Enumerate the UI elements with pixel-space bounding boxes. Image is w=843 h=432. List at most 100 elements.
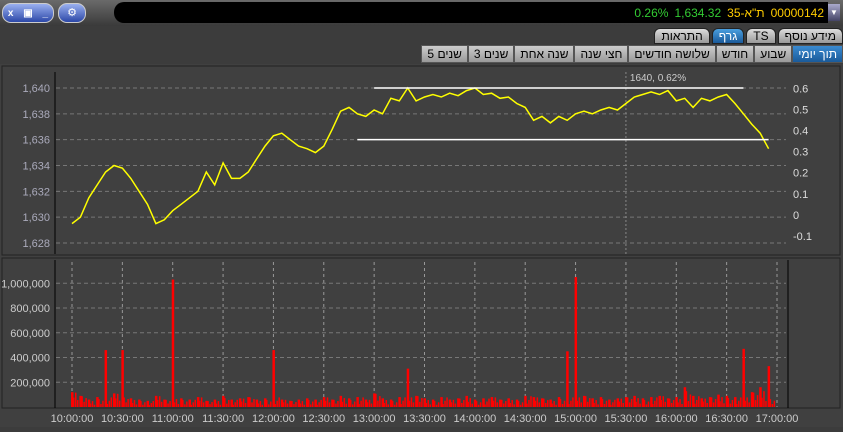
volume-bar: [553, 401, 555, 407]
volume-bar: [360, 400, 362, 407]
volume-bar: [257, 403, 260, 407]
x-tick-label: 16:30:00: [705, 413, 748, 425]
volume-bar: [417, 396, 419, 407]
volume-bar: [106, 404, 109, 407]
volume-bar: [232, 404, 234, 407]
volume-bar: [721, 397, 723, 407]
volume-bar: [278, 397, 280, 407]
volume-bar: [108, 400, 111, 407]
volume-bar: [226, 403, 228, 407]
volume-bar: [563, 400, 566, 407]
volume-bar: [580, 402, 583, 407]
volume-bar: [236, 399, 238, 407]
y-tick-label: 200,000: [10, 377, 50, 389]
volume-bar: [310, 404, 312, 407]
volume-bar: [244, 402, 247, 407]
close-button[interactable]: x: [8, 8, 14, 19]
volume-bar: [561, 404, 564, 407]
tab-alerts[interactable]: התראות: [654, 28, 710, 44]
restore-button[interactable]: ▣: [23, 8, 32, 19]
volume-bar: [773, 400, 776, 407]
volume-bar: [738, 400, 740, 407]
volume-bar: [645, 404, 648, 407]
volume-bar: [660, 399, 662, 407]
volume-bar: [752, 392, 755, 407]
volume-bar: [375, 393, 377, 407]
volume-bar: [536, 397, 539, 407]
y-tick-label: 1,632: [22, 186, 50, 198]
period-month[interactable]: חודש: [715, 45, 755, 63]
volume-bar: [475, 401, 478, 407]
volume-bar: [509, 402, 511, 407]
volume-bar: [635, 401, 637, 407]
volume-bar: [664, 401, 666, 407]
chart-panel: 1,628 1,630 1,632 1,634 1,636 1,638 1,640 -0.1 0…: [0, 64, 843, 427]
x-tick-label: 12:00:00: [252, 413, 295, 425]
volume-bar: [612, 402, 614, 407]
volume-bar: [156, 399, 159, 407]
volume-bar: [207, 401, 209, 407]
volume-bar: [626, 397, 629, 407]
chart[interactable]: 1,628 1,630 1,632 1,634 1,636 1,638 1,640 -0.1 0…: [0, 64, 843, 427]
volume-bar: [320, 399, 322, 407]
price-line: [71, 86, 770, 225]
volume-bar: [353, 401, 356, 407]
volume-bar: [410, 397, 413, 407]
volume-bar: [656, 397, 658, 407]
volume-bar: [312, 401, 314, 407]
volume-bar: [301, 401, 304, 407]
volume-bar: [754, 400, 757, 407]
last-price: 1,634.32: [674, 5, 722, 20]
volume-bar: [116, 393, 119, 407]
tab-graph[interactable]: גרף: [711, 28, 745, 44]
volume-bar: [282, 402, 285, 407]
volume-bar: [652, 404, 654, 407]
volume-bar: [110, 397, 113, 407]
chevron-down-icon[interactable]: ▼: [828, 4, 840, 21]
volume-bar: [622, 402, 625, 407]
volume-bar: [435, 404, 438, 407]
volume-bar: [391, 401, 394, 407]
settings-icon[interactable]: ⚙: [58, 3, 86, 23]
y-tick-label: 1,636: [22, 135, 50, 147]
period-week[interactable]: שבוע: [754, 45, 793, 63]
volume-bar: [299, 403, 302, 407]
period-3-years[interactable]: 3 שנים: [467, 45, 515, 63]
volume-bar: [182, 400, 184, 407]
period-intraday[interactable]: תוך יומי: [792, 45, 843, 63]
period-3-months[interactable]: שלושה חודשים: [628, 45, 716, 63]
minimize-button[interactable]: _: [43, 8, 49, 19]
volume-bar: [521, 402, 524, 407]
volume-bar: [385, 400, 388, 407]
volume-bar: [73, 397, 75, 407]
volume-bar: [654, 400, 656, 407]
volume-bar: [479, 402, 482, 407]
tab-more-info[interactable]: מידע נוסף: [777, 28, 843, 44]
volume-bar: [412, 402, 415, 407]
volume-bar: [211, 402, 213, 407]
volume-bar: [765, 401, 767, 407]
volume-bar: [427, 400, 429, 407]
period-half-year[interactable]: חצי שנה: [574, 45, 629, 63]
volume-bar: [268, 404, 270, 407]
volume-bar: [496, 402, 499, 407]
volume-bar: [215, 403, 218, 407]
volume-bar: [637, 398, 639, 407]
volume-bar: [77, 400, 79, 407]
volume-bar: [519, 404, 522, 407]
volume-bar: [234, 402, 236, 407]
volume-bar: [421, 398, 423, 407]
volume-bar: [393, 404, 396, 407]
volume-bar: [286, 403, 289, 407]
volume-bar: [748, 402, 750, 407]
x-tick-label: 12:30:00: [302, 413, 345, 425]
volume-bar: [454, 403, 457, 407]
volume-bar: [597, 404, 599, 407]
tab-ts[interactable]: TS: [746, 28, 776, 44]
period-1-year[interactable]: שנה אחת: [514, 45, 575, 63]
volume-bar: [379, 396, 381, 407]
period-5-years[interactable]: 5 שנים: [421, 45, 468, 63]
volume-bar: [494, 397, 497, 407]
volume-bar: [488, 398, 490, 407]
volume-bar: [152, 401, 155, 407]
